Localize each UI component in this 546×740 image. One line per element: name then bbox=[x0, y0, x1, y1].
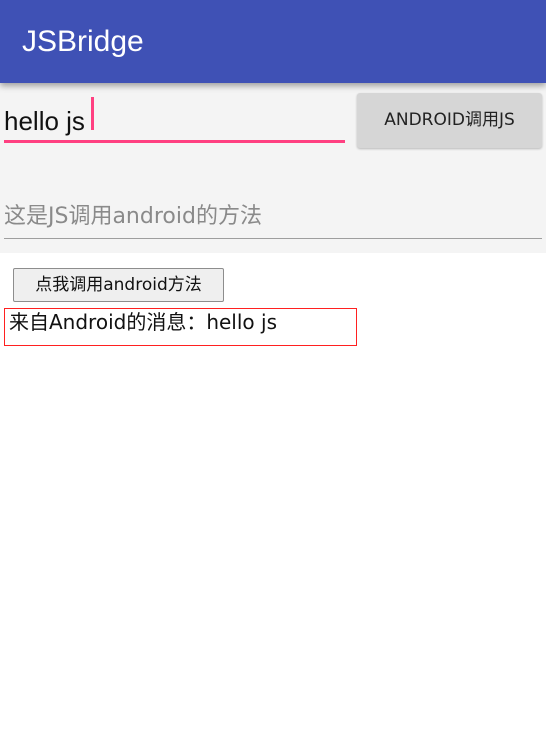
js-call-result-text: 这是JS调用android的方法 bbox=[4, 199, 542, 239]
webview: 点我调用android方法 来自Android的消息：hello js bbox=[0, 253, 546, 740]
call-js-button[interactable]: ANDROID调用JS bbox=[357, 93, 542, 148]
native-panel: ANDROID调用JS 这是JS调用android的方法 bbox=[0, 83, 546, 253]
message-input[interactable] bbox=[4, 103, 345, 143]
app-bar: JSBridge bbox=[0, 0, 546, 83]
text-cursor bbox=[91, 97, 94, 130]
call-android-button[interactable]: 点我调用android方法 bbox=[13, 268, 224, 302]
app-title: JSBridge bbox=[22, 25, 144, 58]
android-message-box: 来自Android的消息：hello js bbox=[4, 308, 357, 346]
